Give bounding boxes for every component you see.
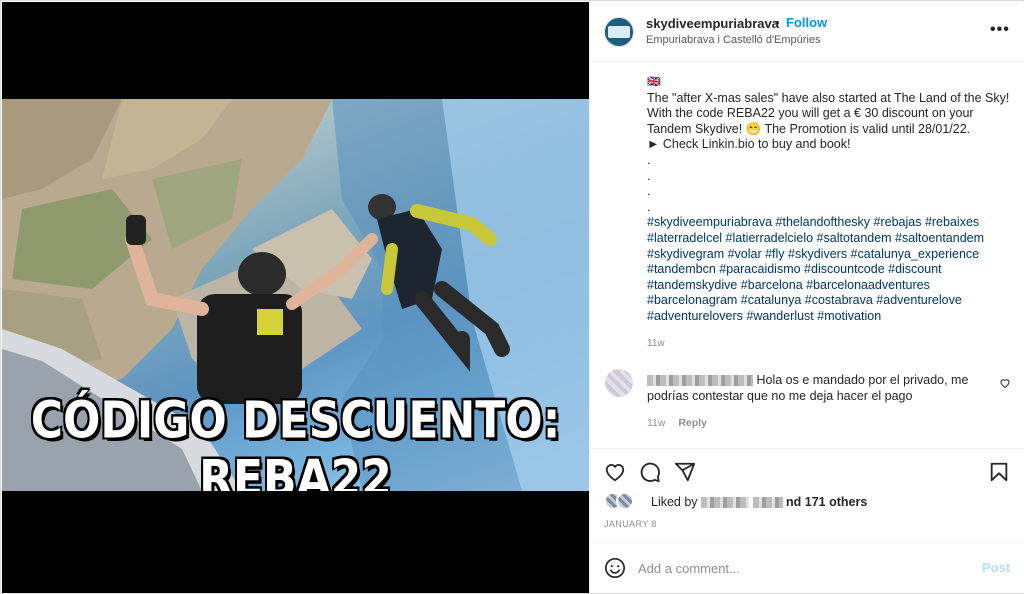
caption-dot: . — [647, 168, 651, 183]
liked-by-label: Liked by — [651, 495, 698, 509]
commenter-avatar[interactable] — [605, 369, 633, 397]
comment-line-1: Hola os e mandado por el privado, me — [756, 373, 969, 387]
comment-like-heart-icon[interactable] — [999, 377, 1011, 389]
liker-avatars[interactable] — [604, 492, 636, 512]
more-options-icon[interactable]: ••• — [990, 21, 1010, 39]
caption-dot: . — [647, 199, 651, 214]
share-icon[interactable] — [674, 461, 696, 483]
comment-input[interactable] — [638, 558, 958, 578]
comment-meta: 11w Reply — [647, 417, 707, 429]
post-comment-button[interactable]: Post — [982, 560, 1010, 575]
caption-dot: . — [647, 152, 651, 167]
discount-code-overlay-text: CÓDIGO DESCUENTO: REBA22 — [30, 390, 562, 491]
liked-by-text[interactable]: Liked by nd 171 others — [651, 495, 867, 509]
comment-line-2: podrías contestar que no me deja hacer e… — [647, 389, 913, 403]
hashtags[interactable]: #skydiveempuriabrava #thelandofthesky #r… — [647, 215, 1015, 324]
post-date[interactable]: JANUARY 8 — [604, 519, 657, 529]
uk-flag-emoji: 🇬🇧 — [647, 76, 661, 88]
instagram-post-dialog: CÓDIGO DESCUENTO: REBA22 skydiveempuriab… — [0, 0, 1024, 594]
comment-timestamp[interactable]: 11w — [647, 417, 665, 429]
caption-timestamp[interactable]: 11w — [647, 338, 665, 349]
follow-button[interactable]: Follow — [786, 15, 827, 30]
post-media[interactable]: CÓDIGO DESCUENTO: REBA22 — [2, 2, 589, 593]
redacted-liker-name[interactable] — [701, 497, 750, 509]
redacted-liker-name[interactable] — [752, 497, 783, 509]
caption-text: The "after X-mas sales" have also starte… — [647, 90, 1010, 136]
comment-icon[interactable] — [639, 461, 661, 483]
location-link[interactable]: Empuriabrava i Castelló d'Empúries — [646, 34, 821, 46]
post-caption: 🇬🇧 The "after X-mas sales" have also sta… — [647, 75, 1015, 325]
others-count[interactable]: nd 171 others — [786, 495, 867, 509]
caption-link-text: ► Check Linkin.bio to buy and book! — [647, 137, 851, 152]
emoji-icon[interactable] — [604, 557, 626, 579]
post-action-bar — [590, 448, 1024, 492]
post-photo: CÓDIGO DESCUENTO: REBA22 — [2, 99, 589, 491]
reply-button[interactable]: Reply — [678, 417, 707, 429]
username-link[interactable]: skydiveempuriabrava — [646, 16, 779, 31]
heart-icon[interactable] — [604, 461, 626, 483]
redacted-username[interactable] — [647, 375, 753, 387]
bookmark-icon[interactable] — [988, 461, 1010, 483]
post-header: skydiveempuriabrava • Follow Empuriabrav… — [590, 2, 1024, 62]
post-side-panel: skydiveempuriabrava • Follow Empuriabrav… — [589, 2, 1024, 593]
comment-text: Hola os e mandado por el privado, me pod… — [647, 372, 977, 404]
add-comment-bar: Post — [590, 542, 1024, 593]
profile-avatar[interactable] — [604, 17, 634, 47]
caption-dot: . — [647, 184, 651, 199]
separator-dot: • — [775, 15, 780, 30]
